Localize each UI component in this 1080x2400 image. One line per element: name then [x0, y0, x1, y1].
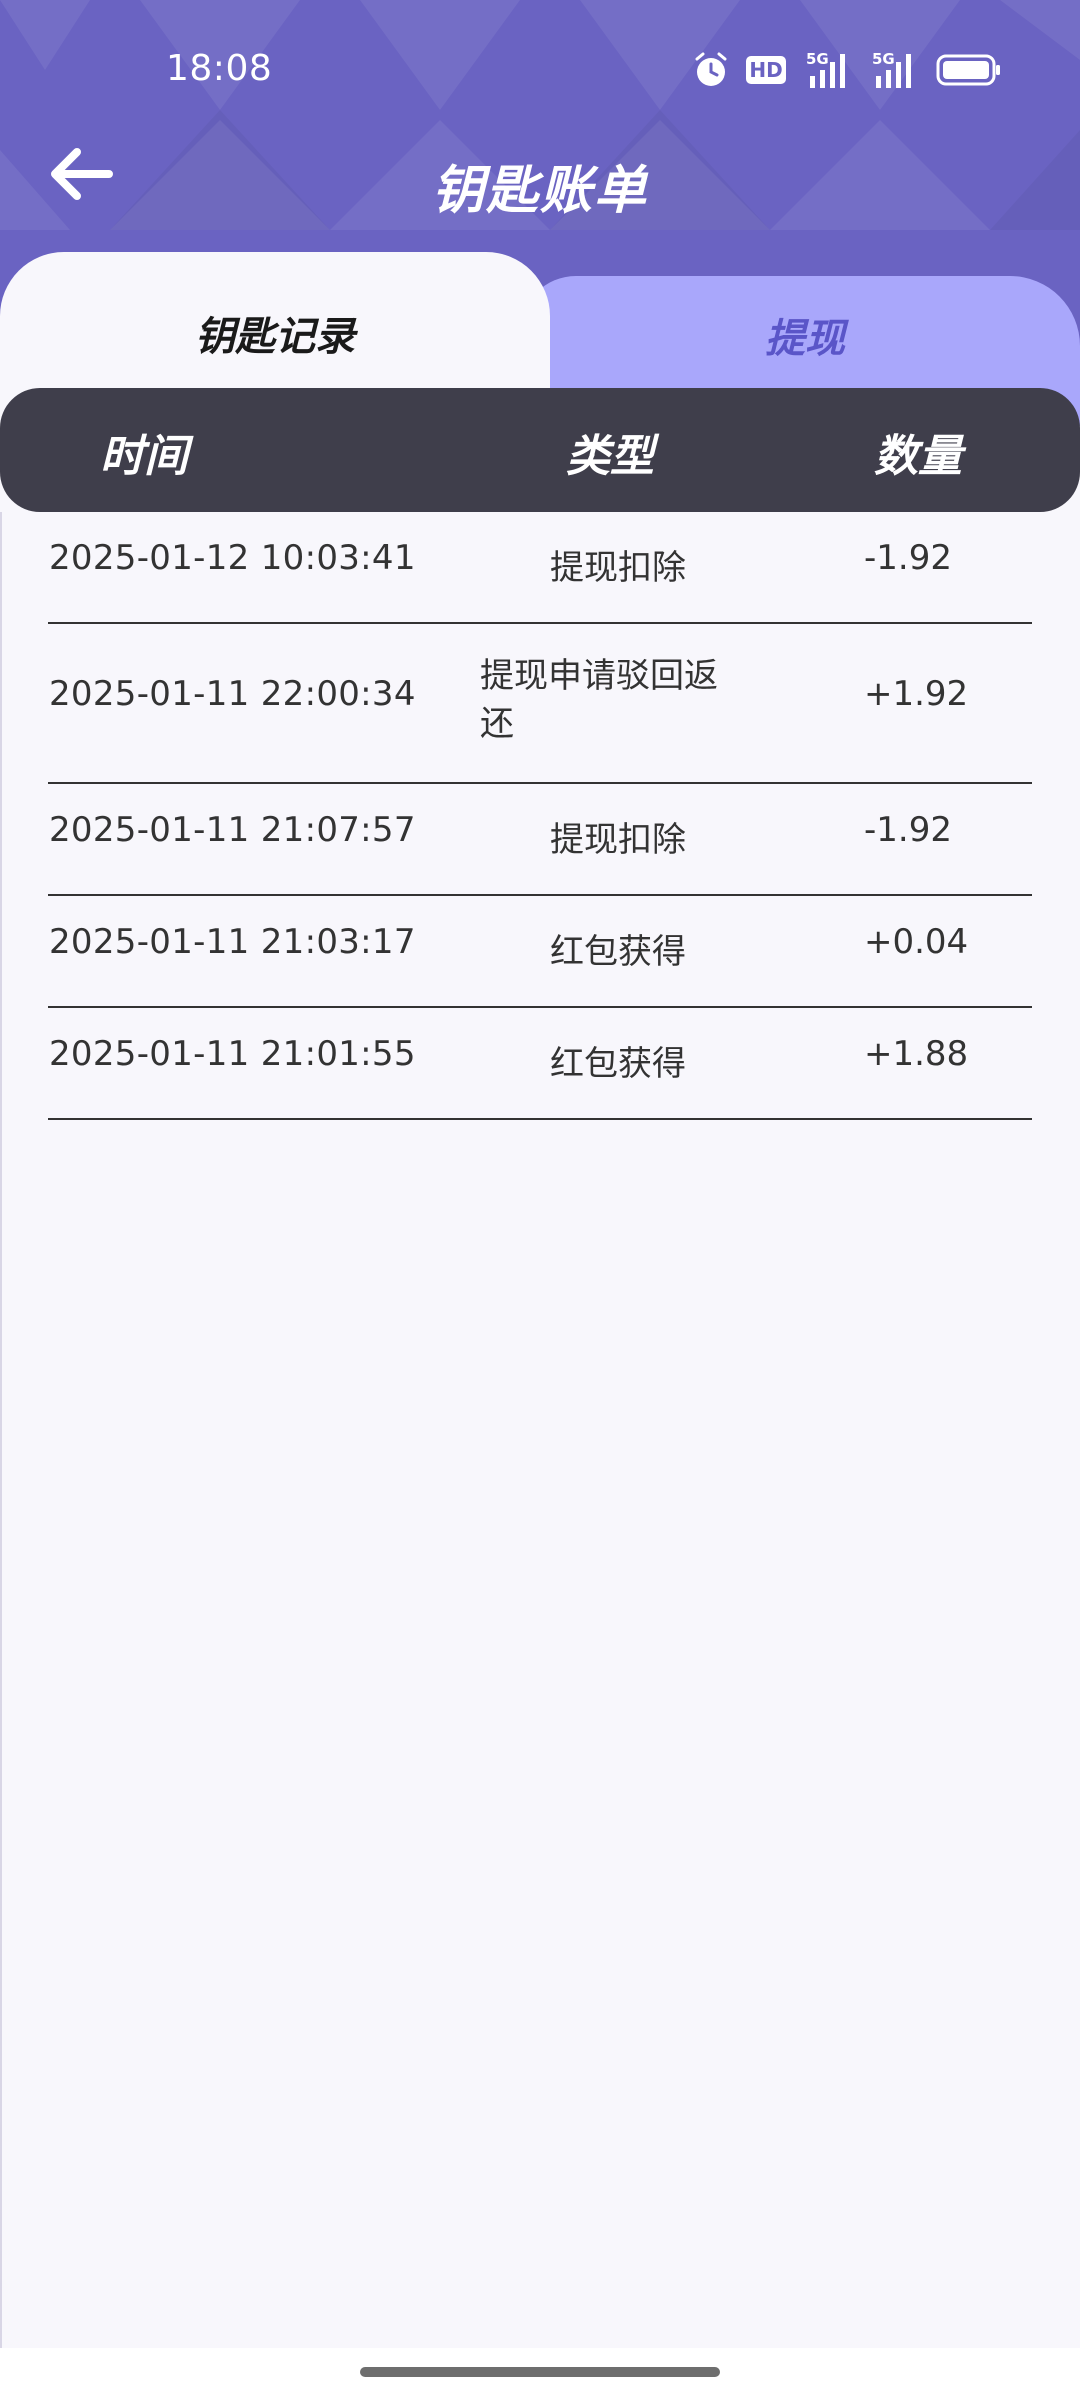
page-title: 钥匙账单 — [431, 161, 648, 221]
row-amount: +1.88 — [864, 1034, 969, 1074]
row-type: 提现扣除 — [550, 548, 686, 588]
svg-text:5G: 5G — [872, 50, 895, 68]
table-row: 2025-01-11 21:03:17 红包获得 +0.04 — [0, 896, 1080, 1008]
table-row: 2025-01-11 21:01:55 红包获得 +1.88 — [0, 1008, 1080, 1120]
row-time: 2025-01-11 21:01:55 — [49, 1034, 416, 1074]
row-amount: -1.92 — [864, 810, 952, 850]
status-time: 18:08 — [166, 48, 273, 89]
tab-key-records-label: 钥匙记录 — [195, 314, 355, 360]
status-icons: HD 5G 5G — [694, 50, 1002, 90]
signal-5g-icon: 5G — [806, 50, 845, 88]
status-bar: 18:08 HD 5G 5G — [0, 0, 1080, 140]
row-type: 红包获得 — [550, 932, 686, 972]
table-header: 时间 类型 数量 — [0, 388, 1080, 512]
row-amount: +1.92 — [864, 674, 969, 714]
table-row: 2025-01-11 22:00:34 提现申请驳回返还 +1.92 — [0, 624, 1080, 784]
signal-5g-icon: 5G — [872, 50, 911, 88]
row-type: 提现扣除 — [550, 820, 686, 860]
column-header-time: 时间 — [100, 431, 188, 482]
column-header-amount: 数量 — [874, 431, 962, 482]
table-row: 2025-01-12 10:03:41 提现扣除 -1.92 — [0, 512, 1080, 624]
battery-icon — [936, 54, 1000, 86]
row-time: 2025-01-11 21:03:17 — [49, 922, 416, 962]
table-row: 2025-01-11 21:07:57 提现扣除 -1.92 — [0, 784, 1080, 896]
row-time: 2025-01-11 22:00:34 — [49, 674, 416, 714]
row-amount: +0.04 — [864, 922, 969, 962]
svg-text:5G: 5G — [806, 50, 829, 68]
row-time: 2025-01-12 10:03:41 — [49, 538, 416, 578]
home-indicator[interactable] — [360, 2367, 720, 2377]
row-amount: -1.92 — [864, 538, 952, 578]
alarm-icon — [695, 52, 727, 86]
records-list: 2025-01-12 10:03:41 提现扣除 -1.92 2025-01-1… — [0, 512, 1080, 1120]
tab-withdraw-label: 提现 — [765, 316, 845, 362]
column-header-type: 类型 — [566, 431, 654, 482]
row-type: 提现申请驳回返还 — [480, 656, 718, 744]
hd-icon: HD — [746, 56, 786, 84]
row-type: 红包获得 — [550, 1044, 686, 1084]
row-time: 2025-01-11 21:07:57 — [49, 810, 416, 850]
